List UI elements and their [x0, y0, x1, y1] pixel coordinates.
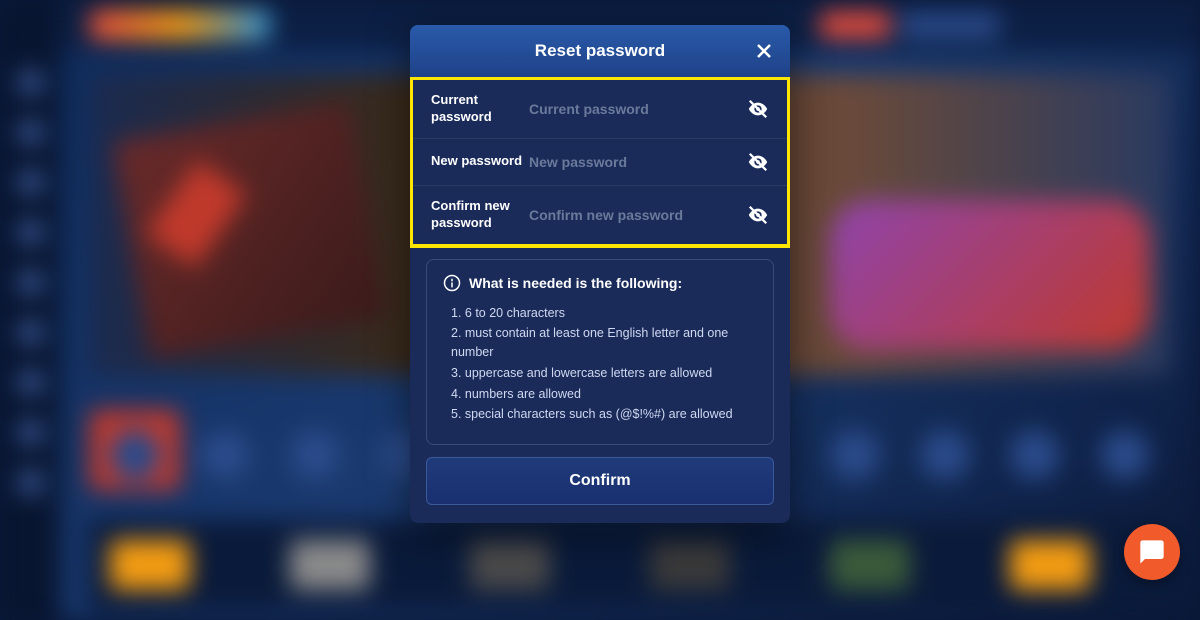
current-password-row: Current password: [413, 80, 787, 139]
info-icon: [443, 274, 461, 292]
requirements-list: 1. 6 to 20 characters 2. must contain at…: [443, 304, 757, 425]
requirement-item: 5. special characters such as (@$!%#) ar…: [451, 405, 757, 424]
eye-off-icon: [747, 204, 769, 226]
requirement-item: 4. numbers are allowed: [451, 385, 757, 404]
new-password-input[interactable]: [529, 154, 747, 170]
confirm-password-label: Confirm new password: [431, 198, 529, 232]
toggle-visibility-current[interactable]: [747, 98, 769, 120]
eye-off-icon: [747, 151, 769, 173]
modal-title: Reset password: [535, 41, 665, 61]
current-password-input[interactable]: [529, 101, 747, 117]
confirm-password-input[interactable]: [529, 207, 747, 223]
eye-off-icon: [747, 98, 769, 120]
password-requirements: What is needed is the following: 1. 6 to…: [426, 259, 774, 446]
chat-button[interactable]: [1124, 524, 1180, 580]
requirement-item: 2. must contain at least one English let…: [451, 324, 757, 362]
toggle-visibility-confirm[interactable]: [747, 204, 769, 226]
close-icon: [756, 43, 772, 59]
requirements-header: What is needed is the following:: [443, 274, 757, 292]
toggle-visibility-new[interactable]: [747, 151, 769, 173]
confirm-password-row: Confirm new password: [413, 186, 787, 244]
modal-header: Reset password: [410, 25, 790, 77]
chat-icon: [1138, 538, 1166, 566]
requirement-item: 1. 6 to 20 characters: [451, 304, 757, 323]
requirements-header-text: What is needed is the following:: [469, 275, 682, 291]
confirm-button[interactable]: Confirm: [426, 457, 774, 505]
reset-password-modal: Reset password Current password New pass…: [410, 25, 790, 523]
new-password-label: New password: [431, 153, 529, 170]
requirement-item: 3. uppercase and lowercase letters are a…: [451, 364, 757, 383]
highlighted-fields: Current password New password Confirm ne…: [410, 76, 790, 248]
new-password-row: New password: [413, 139, 787, 186]
current-password-label: Current password: [431, 92, 529, 126]
close-button[interactable]: [754, 41, 774, 61]
